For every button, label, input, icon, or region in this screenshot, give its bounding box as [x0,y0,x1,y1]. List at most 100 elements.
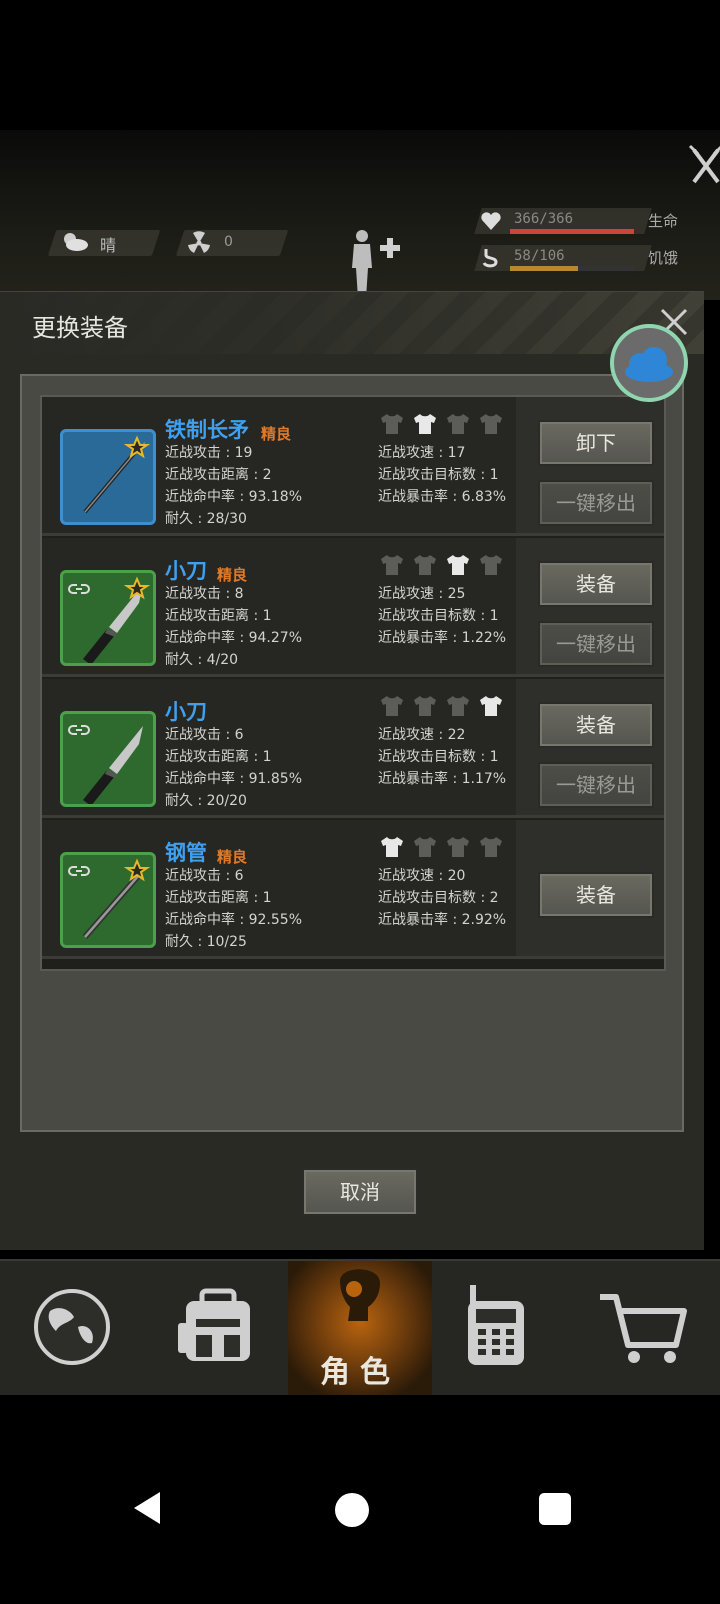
spear-icon [83,435,151,514]
stat-hit-rate: 近战命中率 : 94.27% [165,630,302,646]
equip-slot-icon [414,555,436,575]
stat-attack: 近战攻击 : 6 [165,727,244,743]
cloud-save-button[interactable] [610,324,688,402]
remove-all-button[interactable]: 一键移出 [538,762,654,808]
equip-slot-icon [480,414,502,434]
item-thumbnail[interactable] [60,429,156,525]
bottom-tab-bar: 角色 [0,1259,720,1397]
health-bar [510,229,634,234]
stat-hit-rate: 近战命中率 : 93.18% [165,489,302,505]
stat-attack-speed: 近战攻速 : 25 [378,586,466,602]
equip-slot-icon [381,837,403,857]
hunger-label: 饥饿 [648,249,679,267]
equipment-item[interactable]: 小刀 近战攻击 : 6 近战攻击距离 : 1 近战命中率 : 91.85% 耐久… [42,679,664,818]
stat-crit-rate: 近战暴击率 : 1.17% [378,771,507,787]
item-quality: 精良 [217,848,248,866]
stat-range: 近战攻击距离 : 2 [165,467,272,483]
equip-slot-icon [381,555,403,575]
character-health-icon[interactable] [348,228,408,298]
stat-range: 近战攻击距离 : 1 [165,749,272,765]
equipment-item[interactable]: 铁制长矛 精良 近战攻击 : 19 近战攻击距离 : 2 近战命中率 : 93.… [42,397,664,536]
stat-attack-speed: 近战攻速 : 17 [378,445,466,461]
item-name: 小刀 [165,559,207,583]
item-name: 铁制长矛 [165,418,249,442]
equip-slot-icon [480,837,502,857]
radiation-value: 0 [224,234,233,250]
tab-character[interactable]: 角色 [288,1261,432,1397]
dialog-header: 更换装备 [0,292,704,354]
item-thumbnail[interactable] [60,570,156,666]
stat-targets: 近战攻击目标数 : 1 [378,608,499,624]
stat-range: 近战攻击距离 : 1 [165,608,272,624]
cancel-button[interactable]: 取消 [302,1168,418,1216]
equip-slots [380,554,510,578]
weather-label: 晴 [100,236,117,255]
knife-icon [68,725,143,804]
cart-icon [600,1294,687,1363]
item-quality: 精良 [217,566,248,584]
equip-slot-icon [414,414,436,434]
crossed-tools-icon [688,144,720,184]
home-icon[interactable] [334,1492,370,1528]
stat-crit-rate: 近战暴击率 : 1.22% [378,630,507,646]
recents-icon[interactable] [538,1492,572,1526]
equip-slot-icon [414,837,436,857]
dialog-title: 更换装备 [32,314,128,342]
item-quality: 精良 [261,425,292,443]
globe-icon [34,1289,110,1365]
item-name: 小刀 [165,700,207,724]
health-label: 生命 [648,212,679,230]
equip-slot-icon [447,696,469,716]
stat-targets: 近战攻击目标数 : 1 [378,467,499,483]
pipe-icon [68,858,151,939]
stat-hit-rate: 近战命中率 : 91.85% [165,771,302,787]
equipment-item[interactable]: 小刀 精良 近战攻击 : 8 近战攻击距离 : 1 近战命中率 : 94.27%… [42,538,664,677]
backpack-icon [178,1288,250,1361]
tab-inventory[interactable] [144,1261,288,1397]
unequip-button[interactable]: 卸下 [538,420,654,466]
equip-slot-icon [447,555,469,575]
stat-durability: 耐久 : 4/20 [165,652,239,668]
equip-slots [380,695,510,719]
tab-radio[interactable] [432,1261,576,1397]
stat-attack: 近战攻击 : 8 [165,586,244,602]
stat-attack-speed: 近战攻速 : 20 [378,868,466,884]
equip-slots [380,413,510,437]
equip-slot-icon [381,414,403,434]
stat-crit-rate: 近战暴击率 : 6.83% [378,489,507,505]
tab-world[interactable] [0,1261,144,1397]
health-value: 366/366 [514,211,574,227]
equip-button[interactable]: 装备 [538,872,654,918]
equip-button[interactable]: 装备 [538,561,654,607]
stat-attack: 近战攻击 : 6 [165,868,244,884]
stat-hit-rate: 近战命中率 : 92.55% [165,912,302,928]
remove-all-button[interactable]: 一键移出 [538,621,654,667]
hunger-value: 58/106 [514,248,565,264]
system-nav-bar [0,1395,720,1604]
equip-slot-icon [414,696,436,716]
equip-slot-icon [447,837,469,857]
stat-range: 近战攻击距离 : 1 [165,890,272,906]
back-icon[interactable] [130,1490,166,1526]
stat-attack-speed: 近战攻速 : 22 [378,727,466,743]
item-thumbnail[interactable] [60,852,156,948]
tab-shop[interactable] [576,1261,720,1397]
item-thumbnail[interactable] [60,711,156,807]
stat-crit-rate: 近战暴击率 : 2.92% [378,912,507,928]
stat-targets: 近战攻击目标数 : 2 [378,890,499,906]
stat-durability: 耐久 : 28/30 [165,511,247,527]
equip-slots [380,836,510,860]
tab-character-label: 角色 [320,1355,400,1390]
stat-attack: 近战攻击 : 19 [165,445,253,461]
item-name: 钢管 [165,841,207,865]
equip-button[interactable]: 装备 [538,702,654,748]
cloudy-sun-icon [64,233,88,251]
radiation-icon [188,231,210,253]
stat-targets: 近战攻击目标数 : 1 [378,749,499,765]
heart-icon [481,212,501,230]
equip-slot-icon [480,696,502,716]
hunger-bar [510,266,634,271]
remove-all-button[interactable]: 一键移出 [538,480,654,526]
equipment-item[interactable]: 钢管 精良 近战攻击 : 6 近战攻击距离 : 1 近战命中率 : 92.55%… [42,820,664,959]
equip-slot-icon [381,696,403,716]
